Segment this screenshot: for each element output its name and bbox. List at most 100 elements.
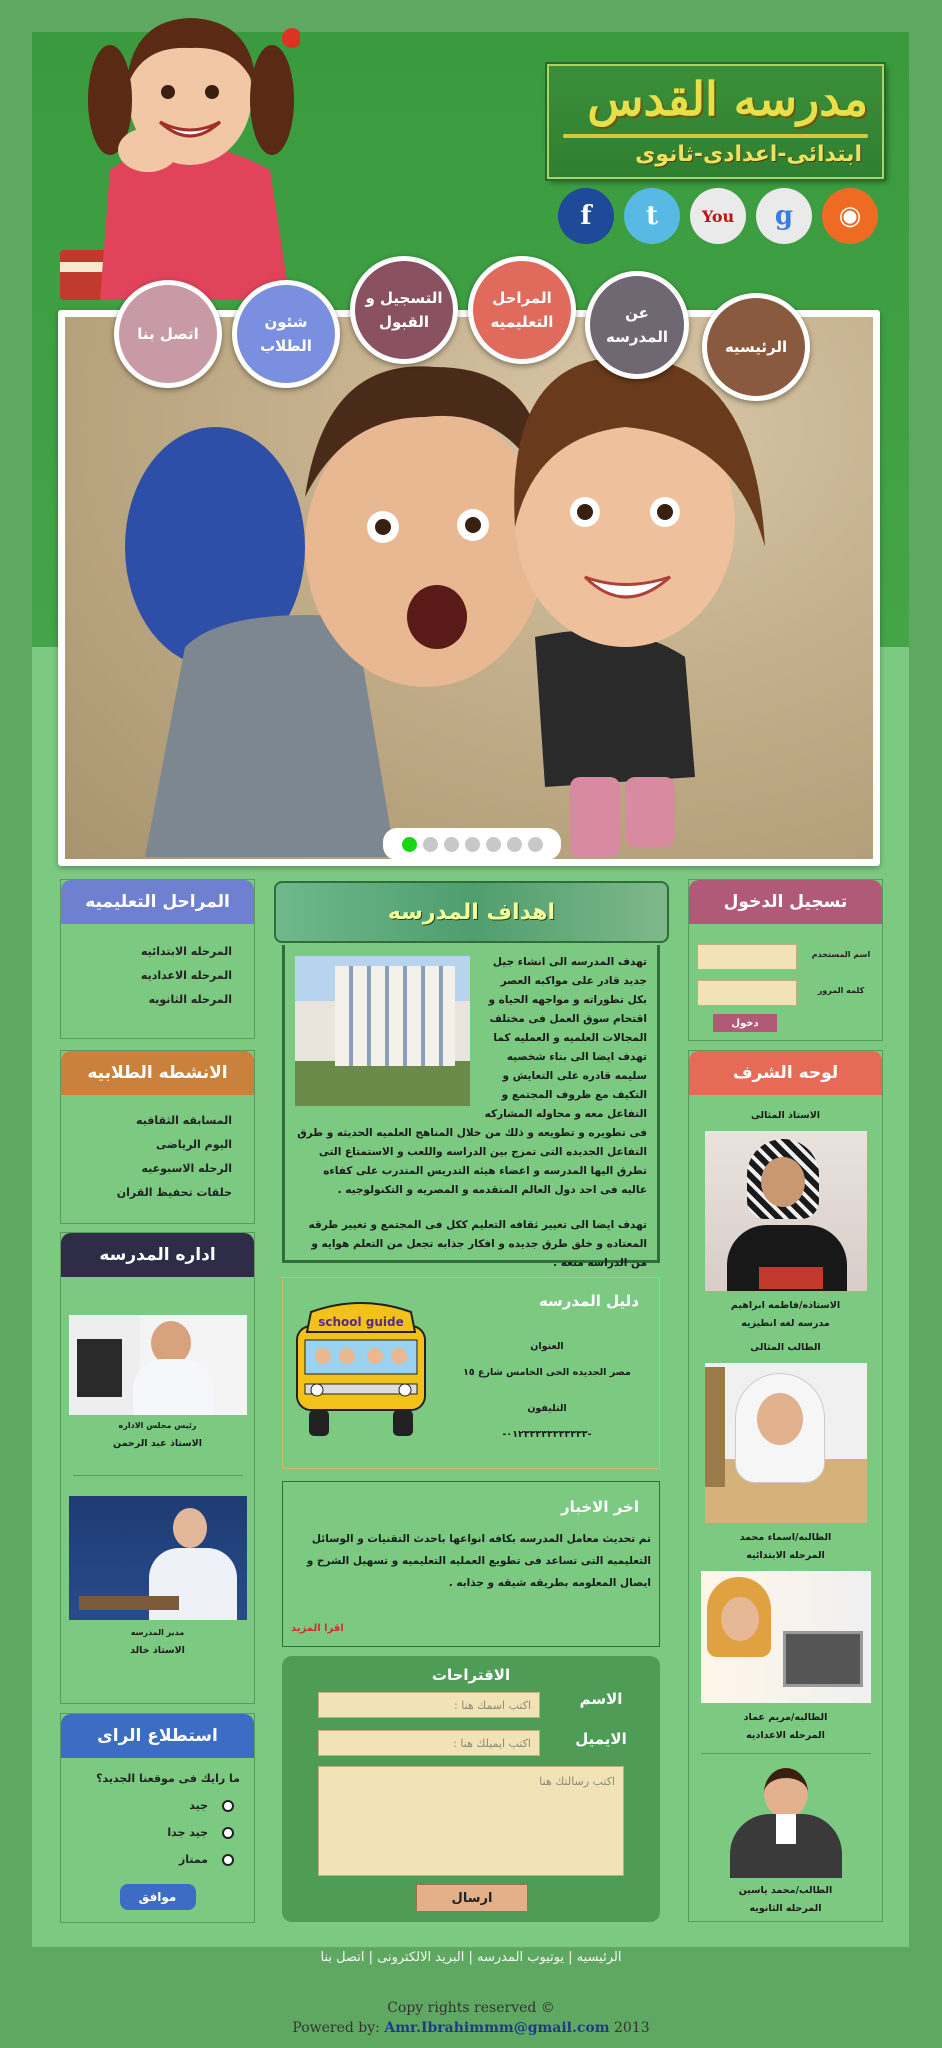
nav-register[interactable]: التسجيل و القبول xyxy=(350,256,458,364)
send-button[interactable]: ارسال xyxy=(416,1884,528,1912)
email-input[interactable]: اكتب ايميلك هنا : xyxy=(318,1730,540,1756)
nav-home[interactable]: الرئيسيه xyxy=(702,293,810,401)
login-title: تسجيل الدخول xyxy=(689,880,882,924)
poll-question: ما رايك فى موقعنا الجديد؟ xyxy=(96,1772,240,1785)
admin-title: اداره المدرسه xyxy=(61,1233,254,1277)
slider-dot[interactable] xyxy=(527,836,543,852)
password-label: كلمه المرور xyxy=(817,986,865,995)
login-box: تسجيل الدخول اسم المستخدم كلمه المرور دخ… xyxy=(688,879,883,1041)
stages-list: المرحله الابتدائيه المرحله الاعداديه الم… xyxy=(61,924,254,1006)
slider-dot[interactable] xyxy=(506,836,522,852)
goals-paragraph-2: تهدف ايضا الى تغيير ثقافه التعليم ككل فى… xyxy=(308,1219,647,1269)
activity-link[interactable]: المسابقه الثقافيه xyxy=(61,1114,232,1127)
goals-title: اهداف المدرسه xyxy=(274,881,669,943)
suggestions-form: الاقتراحات الاسم اكتب اسمك هنا : الايميل… xyxy=(282,1656,660,1922)
school-levels: ابتدائى-اعدادى-ثانوى xyxy=(635,142,862,167)
footer-year: 2013 xyxy=(614,2020,650,2036)
activity-link[interactable]: الرحله الاسبوعيه xyxy=(61,1162,232,1175)
student-photo-3 xyxy=(724,1768,848,1878)
footer-email-link[interactable]: Amr.Ibrahimmm@gmail.com xyxy=(384,2020,609,2036)
poll-option-label: ممتاز xyxy=(178,1853,208,1866)
poll-option-label: جيد جدا xyxy=(167,1826,208,1839)
news-body: تم تحديث معامل المدرسه بكافه انواعها باح… xyxy=(306,1533,651,1589)
username-label: اسم المستخدم xyxy=(811,950,871,959)
nav-contact-label: اتصل بنا xyxy=(137,325,199,343)
admin-role-2: مدير المدرسه xyxy=(130,1628,185,1637)
login-button[interactable]: دخول xyxy=(713,1014,777,1032)
slider-dot[interactable] xyxy=(401,836,417,852)
footer-links[interactable]: الرئيسيه | يوتيوب المدرسه | البريد الالك… xyxy=(0,1950,942,1965)
stage-link[interactable]: المرحله الاعداديه xyxy=(61,969,232,982)
teacher-caption-1: الاستاذه/فاطمه ابراهيم xyxy=(730,1300,841,1311)
nav-about[interactable]: عن المدرسه xyxy=(585,271,689,379)
slider-dot[interactable] xyxy=(422,836,438,852)
activity-link[interactable]: اليوم الرياضى xyxy=(61,1138,232,1151)
admin-name-1: الاستاذ عبد الرحمن xyxy=(113,1438,202,1449)
rss-icon[interactable]: ◉ xyxy=(822,188,878,244)
school-logo[interactable]: مدرسه القدس ابتدائى-اعدادى-ثانوى xyxy=(547,64,884,179)
student-1-caption-1: الطالبه/اسماء محمد xyxy=(739,1532,832,1543)
username-input[interactable] xyxy=(697,944,797,970)
youtube-icon[interactable]: You xyxy=(690,188,746,244)
admin-photo-chairman xyxy=(68,1315,247,1415)
student-2-caption-2: المرحله الاعداديه xyxy=(746,1730,825,1741)
facebook-icon[interactable]: f xyxy=(558,188,614,244)
activities-title: الانشطه الطلابيه xyxy=(61,1051,254,1095)
news-title: اخر الاخبار xyxy=(560,1498,639,1516)
stages-box: المراحل التعليميه المرحله الابتدائيه الم… xyxy=(60,879,255,1039)
password-input[interactable] xyxy=(697,980,797,1006)
slider-dots[interactable] xyxy=(383,828,561,860)
student-photo-1 xyxy=(704,1363,867,1523)
poll-title: استطلاع الراى xyxy=(61,1714,254,1758)
nav-contact[interactable]: اتصل بنا xyxy=(114,280,222,388)
news-read-more-link[interactable]: اقرا المزيد xyxy=(291,1623,344,1634)
stage-link[interactable]: المرحله الثانويه xyxy=(61,993,232,1006)
slider-dot[interactable] xyxy=(464,836,480,852)
honor-title: لوحه الشرف xyxy=(689,1051,882,1095)
poll-option-label: جيد xyxy=(189,1799,208,1812)
poll-options: جيد جيد جدا ممتاز xyxy=(61,1799,234,1866)
phone-value: -٠١٢٣٣٣٣٣٣٣٣٣٣٣- xyxy=(502,1429,592,1440)
school-guide-box: دليل المدرسه school guide العنوان مصر ال… xyxy=(282,1277,660,1469)
student-1-caption-2: المرحله الابتدائيه xyxy=(746,1550,825,1561)
nav-students[interactable]: شئون الطلاب xyxy=(232,280,340,388)
admin-role-1: رئيس مجلس الاداره xyxy=(118,1421,197,1430)
poll-submit-button[interactable]: موافق xyxy=(119,1884,196,1910)
student-2-caption-1: الطالبه/مريم عماد xyxy=(743,1712,828,1723)
google-icon[interactable]: g xyxy=(756,188,812,244)
student-3-caption-2: المرحله الثانويه xyxy=(749,1903,822,1914)
activity-link[interactable]: حلقات تحفيظ القران xyxy=(61,1186,232,1199)
poll-option[interactable]: ممتاز xyxy=(61,1853,234,1866)
divider xyxy=(72,1475,243,1476)
slider-dot[interactable] xyxy=(485,836,501,852)
admin-name-2: الاستاذ خالد xyxy=(130,1645,185,1656)
ideal-student-label: الطالب المثالى xyxy=(750,1342,821,1353)
ideal-teacher-label: الاستاذ المثالى xyxy=(750,1110,821,1121)
school-name: مدرسه القدس xyxy=(587,72,868,126)
nav-register-label: التسجيل و القبول xyxy=(365,289,443,331)
poll-option[interactable]: جيد جدا xyxy=(61,1826,234,1839)
radio-button[interactable] xyxy=(222,1826,234,1839)
suggestions-title: الاقتراحات xyxy=(431,1666,511,1684)
message-textarea[interactable]: اكتب رسالتك هنا xyxy=(318,1766,624,1876)
poll-box: استطلاع الراى ما رايك فى موقعنا الجديد؟ … xyxy=(60,1713,255,1923)
radio-button[interactable] xyxy=(222,1853,234,1866)
news-box: اخر الاخبار تم تحديث معامل المدرسه بكافه… xyxy=(282,1481,660,1647)
admin-box: اداره المدرسه رئيس مجلس الاداره الاستاذ … xyxy=(60,1232,255,1704)
powered-by-label: Powered by: xyxy=(292,2020,380,2036)
nav-stages[interactable]: المراحل التعليميه xyxy=(468,256,576,364)
stage-link[interactable]: المرحله الابتدائيه xyxy=(61,945,232,958)
school-bus-image: school guide xyxy=(296,1302,426,1436)
name-input[interactable]: اكتب اسمك هنا : xyxy=(318,1692,540,1718)
slider-dot[interactable] xyxy=(443,836,459,852)
copyright-text: Copy rights reserved © xyxy=(387,2000,555,2016)
poll-option[interactable]: جيد xyxy=(61,1799,234,1812)
student-photo-2 xyxy=(700,1571,871,1703)
activities-box: الانشطه الطلابيه المسابقه الثقافيه اليوم… xyxy=(60,1050,255,1224)
radio-button[interactable] xyxy=(222,1799,234,1812)
stages-title: المراحل التعليميه xyxy=(61,880,254,924)
email-label: الايميل xyxy=(575,1730,627,1748)
teacher-caption-2: مدرسه لغه انطيزيه xyxy=(741,1318,830,1329)
powered-by: Powered by: Amr.Ibrahimmm@gmail.com 2013 xyxy=(0,2020,942,2036)
twitter-icon[interactable]: t xyxy=(624,188,680,244)
